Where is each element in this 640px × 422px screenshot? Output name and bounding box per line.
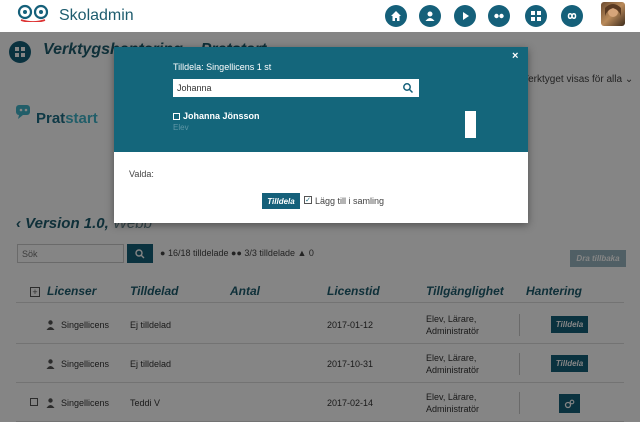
assign-modal: × Tilldela: Singellicens 1 st Johanna Jö… [114, 47, 528, 223]
close-icon[interactable]: × [512, 50, 518, 62]
scrollbar[interactable] [465, 111, 476, 138]
add-to-collection-label: Lägg till i samling [315, 196, 385, 206]
assign-button[interactable]: Tilldela [262, 193, 300, 209]
user-icon[interactable] [419, 5, 441, 27]
top-bar: Skoladmin [0, 0, 640, 32]
grid-icon[interactable] [525, 5, 547, 27]
dots-icon[interactable] [488, 5, 510, 27]
avatar[interactable] [601, 2, 625, 26]
result-name: Johanna Jönsson [183, 111, 260, 121]
result-checkbox[interactable] [173, 112, 180, 120]
result-role: Elev [173, 123, 189, 132]
selected-label: Valda: [129, 169, 154, 179]
user-search-input[interactable] [173, 79, 419, 97]
skoladmin-logo-icon [17, 4, 49, 22]
add-to-collection-checkbox[interactable]: ✓ [304, 196, 312, 204]
play-icon[interactable] [454, 5, 476, 27]
search-icon[interactable] [402, 82, 414, 94]
modal-title: Tilldela: Singellicens 1 st [173, 62, 272, 72]
app-title: Skoladmin [59, 7, 134, 24]
modal-header: × Tilldela: Singellicens 1 st Johanna Jö… [114, 47, 528, 152]
home-icon[interactable] [385, 5, 407, 27]
search-result-item[interactable]: Johanna Jönsson [173, 110, 260, 122]
infinity-icon[interactable] [561, 5, 583, 27]
